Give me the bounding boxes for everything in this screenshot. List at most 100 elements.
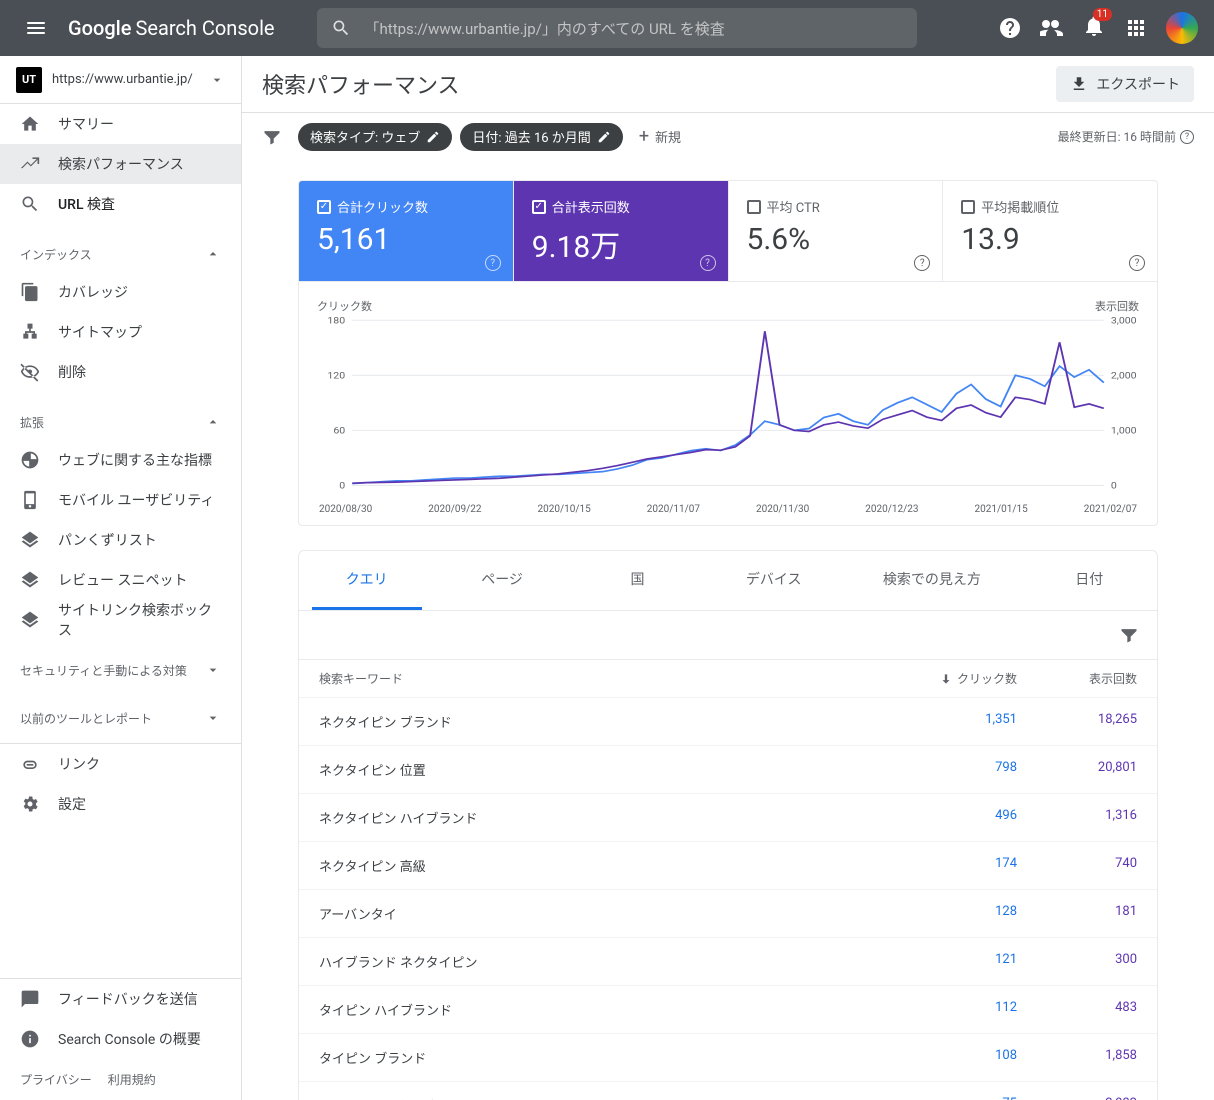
table-row[interactable]: タイピン ハイブランド 112 483 bbox=[299, 985, 1157, 1033]
info-icon[interactable]: ? bbox=[914, 255, 930, 271]
main: 検索パフォーマンス エクスポート 検索タイプ: ウェブ 日付: 過去 16 か月… bbox=[242, 56, 1214, 1100]
metric-cards: 合計クリック数 5,161 ? 合計表示回数 9.18万 ? 平均 CTR 5.… bbox=[298, 180, 1158, 282]
nav-copy[interactable]: カバレッジ bbox=[0, 272, 241, 312]
nav-speed[interactable]: ウェブに関する主な指標 bbox=[0, 440, 241, 480]
checkbox-icon bbox=[961, 200, 975, 214]
info-icon[interactable]: ? bbox=[700, 255, 716, 271]
menu-icon bbox=[27, 22, 45, 34]
apps-icon[interactable] bbox=[1124, 16, 1148, 40]
search-placeholder: 「https://www.urbantie.jp/」内のすべての URL を検査 bbox=[365, 18, 725, 39]
svg-text:120: 120 bbox=[327, 371, 345, 381]
table-row[interactable]: タイピン ブランド 108 1,858 bbox=[299, 1033, 1157, 1081]
feedback-icon bbox=[20, 989, 40, 1009]
svg-text:3,000: 3,000 bbox=[1111, 316, 1137, 326]
nav-link[interactable]: リンク bbox=[0, 744, 241, 784]
site-badge: UT bbox=[16, 67, 42, 93]
section-old-tools[interactable]: 以前のツールとレポート bbox=[0, 700, 241, 736]
table-row[interactable]: アーバンタイ 128 181 bbox=[299, 889, 1157, 937]
sitemap-icon bbox=[20, 322, 40, 342]
brand: GoogleSearch Console bbox=[68, 16, 275, 40]
table-filter-icon[interactable] bbox=[1119, 625, 1139, 645]
col-impressions[interactable]: 表示回数 bbox=[1017, 670, 1137, 687]
chip-search-type[interactable]: 検索タイプ: ウェブ bbox=[298, 123, 452, 151]
svg-text:0: 0 bbox=[339, 481, 345, 491]
chip-date[interactable]: 日付: 過去 16 か月間 bbox=[460, 123, 622, 151]
section-ext[interactable]: 拡張 bbox=[0, 404, 241, 440]
table-header: 検索キーワード クリック数 表示回数 bbox=[299, 659, 1157, 697]
table-row[interactable]: ネクタイピン 付け方 75 2,802 bbox=[299, 1081, 1157, 1100]
col-keyword[interactable]: 検索キーワード bbox=[319, 670, 897, 687]
chart-container: クリック数 表示回数 00601,0001202,0001803,000 202… bbox=[298, 282, 1158, 526]
nav-search[interactable]: URL 検査 bbox=[0, 184, 241, 224]
svg-text:60: 60 bbox=[333, 426, 345, 436]
export-button[interactable]: エクスポート bbox=[1056, 66, 1194, 102]
section-index[interactable]: インデックス bbox=[0, 236, 241, 272]
checkbox-icon bbox=[317, 200, 331, 214]
site-url: https://www.urbantie.jp/ bbox=[52, 72, 199, 87]
chevron-down-icon bbox=[205, 662, 221, 678]
y-right-label: 表示回数 bbox=[1095, 298, 1139, 314]
page-header: 検索パフォーマンス エクスポート bbox=[242, 56, 1214, 112]
info-icon[interactable]: ? bbox=[1180, 130, 1194, 144]
add-filter-button[interactable]: +新規 bbox=[631, 123, 689, 151]
col-clicks[interactable]: クリック数 bbox=[897, 670, 1017, 687]
tab-4[interactable]: 検索での見え方 bbox=[855, 551, 1009, 610]
notification-badge: 11 bbox=[1093, 8, 1112, 21]
about-link[interactable]: Search Console の概要 bbox=[0, 1019, 241, 1059]
table-row[interactable]: ネクタイピン ハイブランド 496 1,316 bbox=[299, 793, 1157, 841]
table-row[interactable]: ネクタイピン 位置 798 20,801 bbox=[299, 745, 1157, 793]
site-selector[interactable]: UT https://www.urbantie.jp/ bbox=[0, 56, 241, 104]
trend-icon bbox=[20, 154, 40, 174]
metric-3[interactable]: 平均掲載順位 13.9 ? bbox=[943, 181, 1157, 281]
tab-0[interactable]: クエリ bbox=[312, 551, 422, 610]
y-left-label: クリック数 bbox=[317, 298, 372, 314]
table-row[interactable]: ネクタイピン ブランド 1,351 18,265 bbox=[299, 697, 1157, 745]
query-table-card: クエリ ページ 国 デバイス 検索での見え方 日付 検索キーワード クリック数 … bbox=[298, 550, 1158, 1100]
metric-2[interactable]: 平均 CTR 5.6% ? bbox=[729, 181, 944, 281]
search-icon bbox=[20, 194, 40, 214]
checkbox-icon bbox=[532, 200, 546, 214]
avatar[interactable] bbox=[1166, 12, 1198, 44]
nav-gear[interactable]: 設定 bbox=[0, 784, 241, 824]
svg-text:1,000: 1,000 bbox=[1111, 426, 1137, 436]
edit-icon bbox=[597, 130, 611, 144]
nav-home[interactable]: サマリー bbox=[0, 104, 241, 144]
terms-link[interactable]: 利用規約 bbox=[108, 1071, 156, 1088]
metric-0[interactable]: 合計クリック数 5,161 ? bbox=[299, 181, 514, 281]
table-row[interactable]: ネクタイピン 高級 174 740 bbox=[299, 841, 1157, 889]
phone-icon bbox=[20, 490, 40, 510]
nav-trend[interactable]: 検索パフォーマンス bbox=[0, 144, 241, 184]
sort-desc-icon bbox=[939, 672, 953, 686]
search-icon bbox=[331, 18, 351, 38]
chart[interactable]: 00601,0001202,0001803,000 bbox=[317, 316, 1139, 496]
nav-layers[interactable]: レビュー スニペット bbox=[0, 560, 241, 600]
info-icon[interactable]: ? bbox=[485, 255, 501, 271]
layers-icon bbox=[20, 610, 40, 630]
tab-2[interactable]: 国 bbox=[582, 551, 692, 610]
metric-1[interactable]: 合計表示回数 9.18万 ? bbox=[514, 181, 729, 281]
people-icon[interactable] bbox=[1040, 16, 1064, 40]
notifications-button[interactable]: 11 bbox=[1082, 14, 1106, 42]
nav-sitemap[interactable]: サイトマップ bbox=[0, 312, 241, 352]
nav-layers[interactable]: サイトリンク検索ボックス bbox=[0, 600, 241, 640]
layers-icon bbox=[20, 570, 40, 590]
feedback-link[interactable]: フィードバックを送信 bbox=[0, 979, 241, 1019]
tab-1[interactable]: ページ bbox=[447, 551, 557, 610]
tab-5[interactable]: 日付 bbox=[1034, 551, 1144, 610]
filter-icon[interactable] bbox=[262, 127, 282, 147]
speed-icon bbox=[20, 450, 40, 470]
table-row[interactable]: ハイブランド ネクタイピン 121 300 bbox=[299, 937, 1157, 985]
help-icon[interactable] bbox=[998, 16, 1022, 40]
menu-button[interactable] bbox=[16, 8, 56, 48]
privacy-link[interactable]: プライバシー bbox=[20, 1071, 92, 1088]
chevron-down-icon bbox=[205, 710, 221, 726]
section-security[interactable]: セキュリティと手動による対策 bbox=[0, 652, 241, 688]
nav-phone[interactable]: モバイル ユーザビリティ bbox=[0, 480, 241, 520]
nav-layers[interactable]: パンくずリスト bbox=[0, 520, 241, 560]
filter-bar: 検索タイプ: ウェブ 日付: 過去 16 か月間 +新規 最終更新日: 16 時… bbox=[242, 112, 1214, 160]
info-icon[interactable]: ? bbox=[1129, 255, 1145, 271]
tab-3[interactable]: デバイス bbox=[718, 551, 830, 610]
search-input[interactable]: 「https://www.urbantie.jp/」内のすべての URL を検査 bbox=[317, 8, 917, 48]
app-header: GoogleSearch Console 「https://www.urbant… bbox=[0, 0, 1214, 56]
nav-eye-off[interactable]: 削除 bbox=[0, 352, 241, 392]
